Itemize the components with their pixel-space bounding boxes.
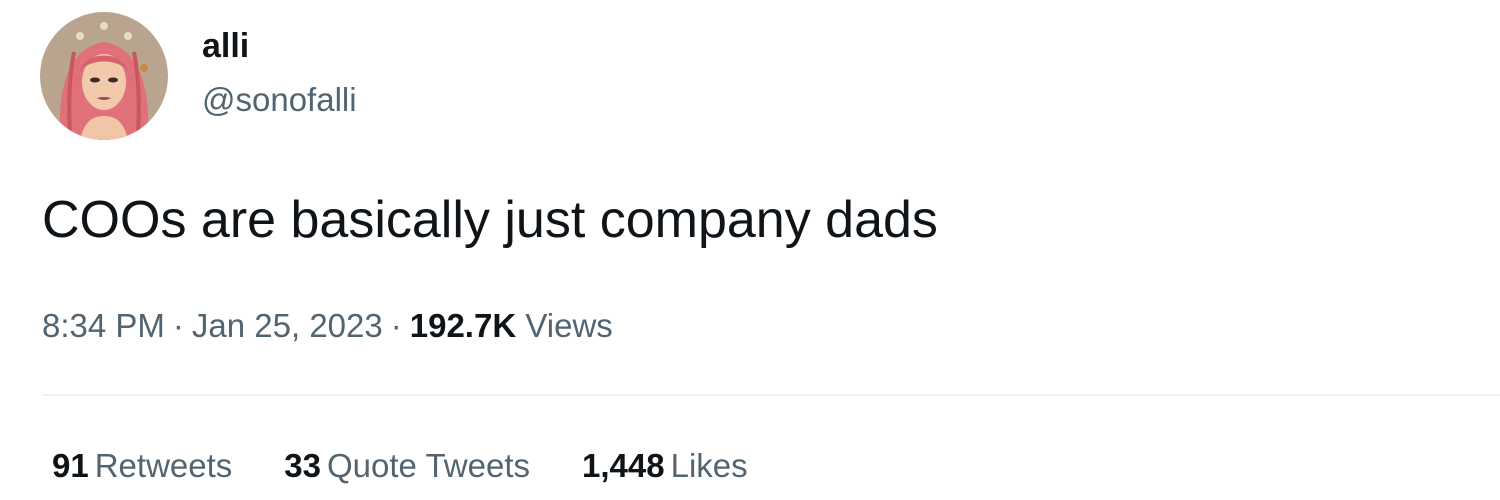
- meta-separator: ·: [172, 307, 184, 344]
- likes-stat[interactable]: 1,448 Likes: [582, 446, 748, 486]
- avatar-image: [40, 12, 168, 140]
- author-handle[interactable]: @sonofalli: [202, 80, 357, 120]
- divider: [42, 394, 1500, 396]
- author-display-name[interactable]: alli: [202, 26, 249, 66]
- retweets-label: Retweets: [94, 447, 233, 484]
- meta-separator: ·: [390, 307, 402, 344]
- views-label: Views: [525, 307, 613, 344]
- tweet-detail: alli @sonofalli COOs are basically just …: [0, 0, 1500, 500]
- tweet-time: 8:34 PM: [42, 307, 165, 344]
- quote-tweets-label: Quote Tweets: [327, 447, 531, 484]
- retweets-stat[interactable]: 91 Retweets: [52, 446, 232, 486]
- tweet-text: COOs are basically just company dads: [42, 191, 938, 249]
- retweets-count: 91: [52, 447, 89, 484]
- tweet-meta: 8:34 PM · Jan 25, 2023 · 192.7K Views: [42, 306, 613, 346]
- quote-tweets-count: 33: [284, 447, 321, 484]
- avatar[interactable]: [40, 12, 168, 140]
- likes-label: Likes: [670, 447, 748, 484]
- quote-tweets-stat[interactable]: 33 Quote Tweets: [284, 446, 530, 486]
- engagement-stats: 91 Retweets 33 Quote Tweets 1,448 Likes: [52, 446, 800, 486]
- views-link[interactable]: 192.7K Views: [410, 307, 613, 344]
- tweet-date: Jan 25, 2023: [191, 307, 383, 344]
- tweet-timestamp[interactable]: 8:34 PM · Jan 25, 2023: [42, 307, 383, 344]
- views-count: 192.7K: [409, 307, 517, 344]
- likes-count: 1,448: [582, 447, 665, 484]
